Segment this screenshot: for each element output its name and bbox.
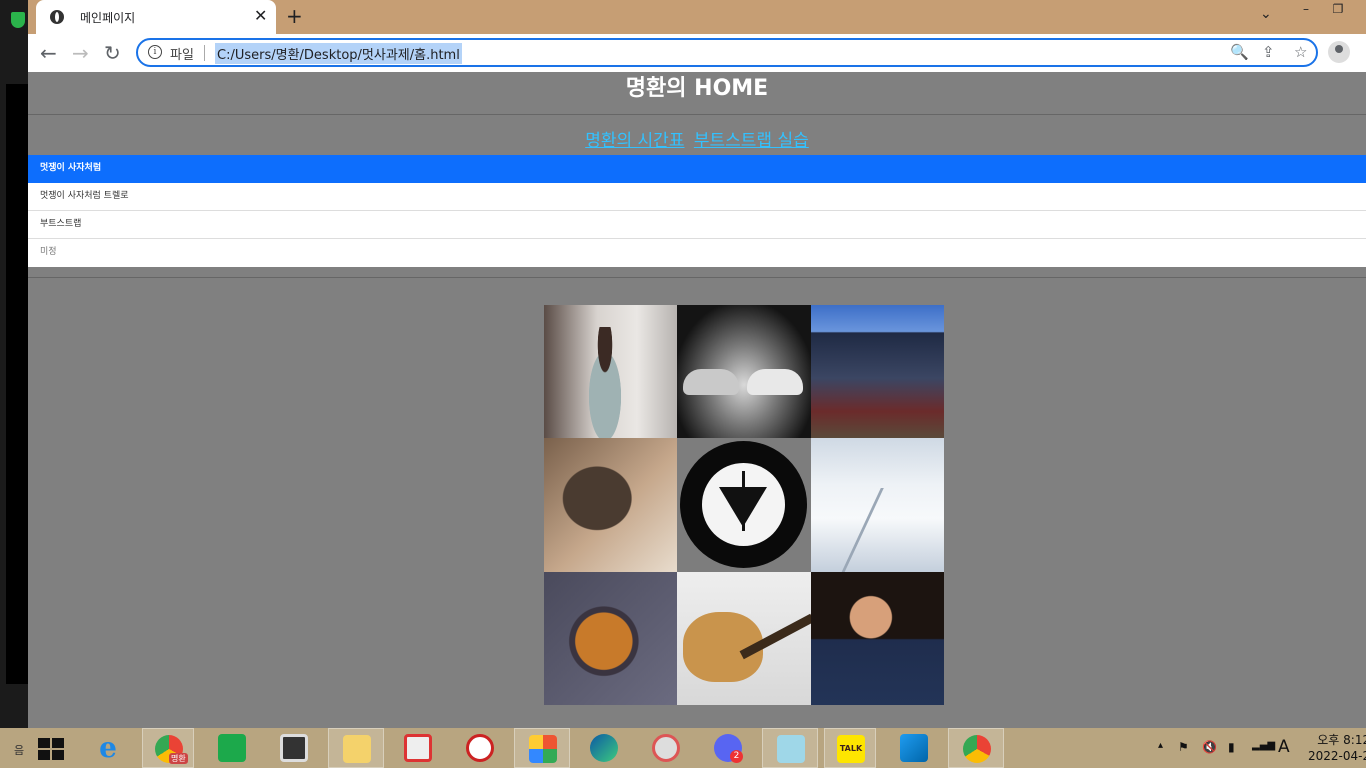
back-button[interactable]: ← xyxy=(40,41,57,65)
address-bar[interactable]: i 파일 C:/Users/명환/Desktop/멋사과제/홈.html 🔍 ⇪… xyxy=(136,38,1318,67)
minimize-button[interactable]: – xyxy=(1298,2,1314,16)
edge-icon[interactable] xyxy=(576,728,632,768)
notepad-icon[interactable] xyxy=(762,728,818,768)
tab-search-icon[interactable]: ⌄ xyxy=(1260,6,1272,22)
clock-time: 오후 8:12 xyxy=(1317,733,1366,747)
university-seal-logo xyxy=(677,438,811,572)
globe-icon xyxy=(50,10,64,24)
chrome-icon[interactable] xyxy=(948,728,1004,768)
background-window-strip xyxy=(0,0,28,728)
tab-bar: 메인페이지 ✕ + ⌄ – ❐ ✕ xyxy=(28,0,1366,34)
site-info-icon[interactable]: i xyxy=(148,45,162,59)
clock[interactable]: 오후 8:12 2022-04-2 xyxy=(1308,732,1366,764)
link-timetable[interactable]: 명환의 시간표 xyxy=(585,131,684,151)
nav-links: 명환의 시간표 부트스트랩 실습 xyxy=(28,126,1366,151)
scheme-label: 파일 xyxy=(170,48,194,63)
tray-chevron-icon[interactable]: ▴ xyxy=(1158,740,1163,751)
forward-button[interactable]: → xyxy=(72,41,89,65)
profile-avatar[interactable] xyxy=(1328,41,1350,63)
restore-button[interactable]: ❐ xyxy=(1330,2,1346,16)
list-item-likelion[interactable]: 멋쟁이 사자처럼 xyxy=(28,155,1366,183)
browser-toolbar: ← → ↻ i 파일 C:/Users/명환/Desktop/멋사과제/홈.ht… xyxy=(28,34,1366,72)
guitar-photo xyxy=(677,571,811,705)
new-tab-button[interactable]: + xyxy=(286,4,303,28)
man-portrait-photo xyxy=(810,571,944,705)
building-photo xyxy=(810,305,944,439)
share-icon[interactable]: ⇪ xyxy=(1262,43,1275,61)
discord-icon[interactable]: 2 xyxy=(700,728,756,768)
chrome-profile-icon[interactable]: 명환 xyxy=(142,728,194,768)
divider xyxy=(28,114,1366,115)
network-icon[interactable]: ▂▄▆ xyxy=(1252,740,1275,751)
sports-car-photo xyxy=(677,305,811,439)
browser-window: 메인페이지 ✕ + ⌄ – ❐ ✕ ← → ↻ i 파일 C:/Users/명환… xyxy=(28,0,1366,728)
taskbar-left-label: 음 xyxy=(14,744,25,757)
internet-explorer-icon[interactable]: e xyxy=(80,728,136,768)
paint-icon[interactable] xyxy=(514,728,570,768)
snow-fence-photo xyxy=(810,438,944,572)
tab-close-icon[interactable]: ✕ xyxy=(254,6,267,25)
snipping-tool-icon[interactable] xyxy=(638,728,694,768)
vscode-icon[interactable] xyxy=(886,728,942,768)
windows-taskbar: 음 e 명환 2 TALK ▴ ⚑ 🔇 ▮ ▂▄▆ A 오후 8:12 2022… xyxy=(0,728,1366,768)
tab-main-page[interactable]: 메인페이지 ✕ xyxy=(36,0,276,34)
window-controls: – ❐ ✕ xyxy=(1298,2,1366,16)
shield-icon xyxy=(11,12,25,28)
cleanup-app-icon[interactable] xyxy=(452,728,508,768)
windows-store-icon[interactable] xyxy=(204,728,260,768)
reload-button[interactable]: ↻ xyxy=(104,41,121,65)
background-window xyxy=(6,84,28,684)
list-item-likelion-trello[interactable]: 멋쟁이 사자처럼 트렐로 xyxy=(28,183,1366,211)
close-window-button[interactable]: ✕ xyxy=(1362,2,1366,16)
page-title: 명환의 HOME xyxy=(625,76,769,101)
list-group: 멋쟁이 사자처럼 멋쟁이 사자처럼 트렐로 부트스트랩 미정 xyxy=(28,155,1366,267)
list-item-bootstrap[interactable]: 부트스트랩 xyxy=(28,211,1366,239)
page-content: 명환의 HOME 명환의 시간표 부트스트랩 실습 멋쟁이 사자처럼 멋쟁이 사… xyxy=(28,72,1366,728)
fried-chicken-photo xyxy=(544,571,678,705)
volume-icon[interactable]: 🔇 xyxy=(1202,740,1217,754)
bookmark-star-icon[interactable]: ☆ xyxy=(1294,43,1307,61)
sync-app-icon[interactable] xyxy=(390,728,446,768)
separator xyxy=(204,45,205,61)
file-explorer-icon[interactable] xyxy=(328,728,384,768)
battery-icon[interactable]: ▮ xyxy=(1228,740,1235,754)
link-bootstrap-practice[interactable]: 부트스트랩 실습 xyxy=(694,131,809,151)
clock-date: 2022-04-2 xyxy=(1308,749,1366,763)
otter-photo xyxy=(544,438,678,572)
kakaotalk-icon[interactable]: TALK xyxy=(824,728,876,768)
tab-title: 메인페이지 xyxy=(80,11,136,25)
url-text[interactable]: C:/Users/명환/Desktop/멋사과제/홈.html xyxy=(215,43,462,64)
ime-indicator[interactable]: A xyxy=(1278,737,1290,757)
windows-logo-icon xyxy=(38,738,64,760)
flag-icon[interactable]: ⚑ xyxy=(1178,740,1189,754)
start-button[interactable] xyxy=(26,728,76,768)
settings-icon[interactable] xyxy=(266,728,322,768)
zoom-icon[interactable]: 🔍 xyxy=(1230,43,1249,61)
profile-badge: 명환 xyxy=(169,753,188,764)
discord-badge: 2 xyxy=(730,750,743,763)
woman-photo xyxy=(544,305,678,439)
list-item-undecided[interactable]: 미정 xyxy=(28,239,1366,267)
image-gallery xyxy=(544,305,944,705)
divider xyxy=(28,277,1366,278)
